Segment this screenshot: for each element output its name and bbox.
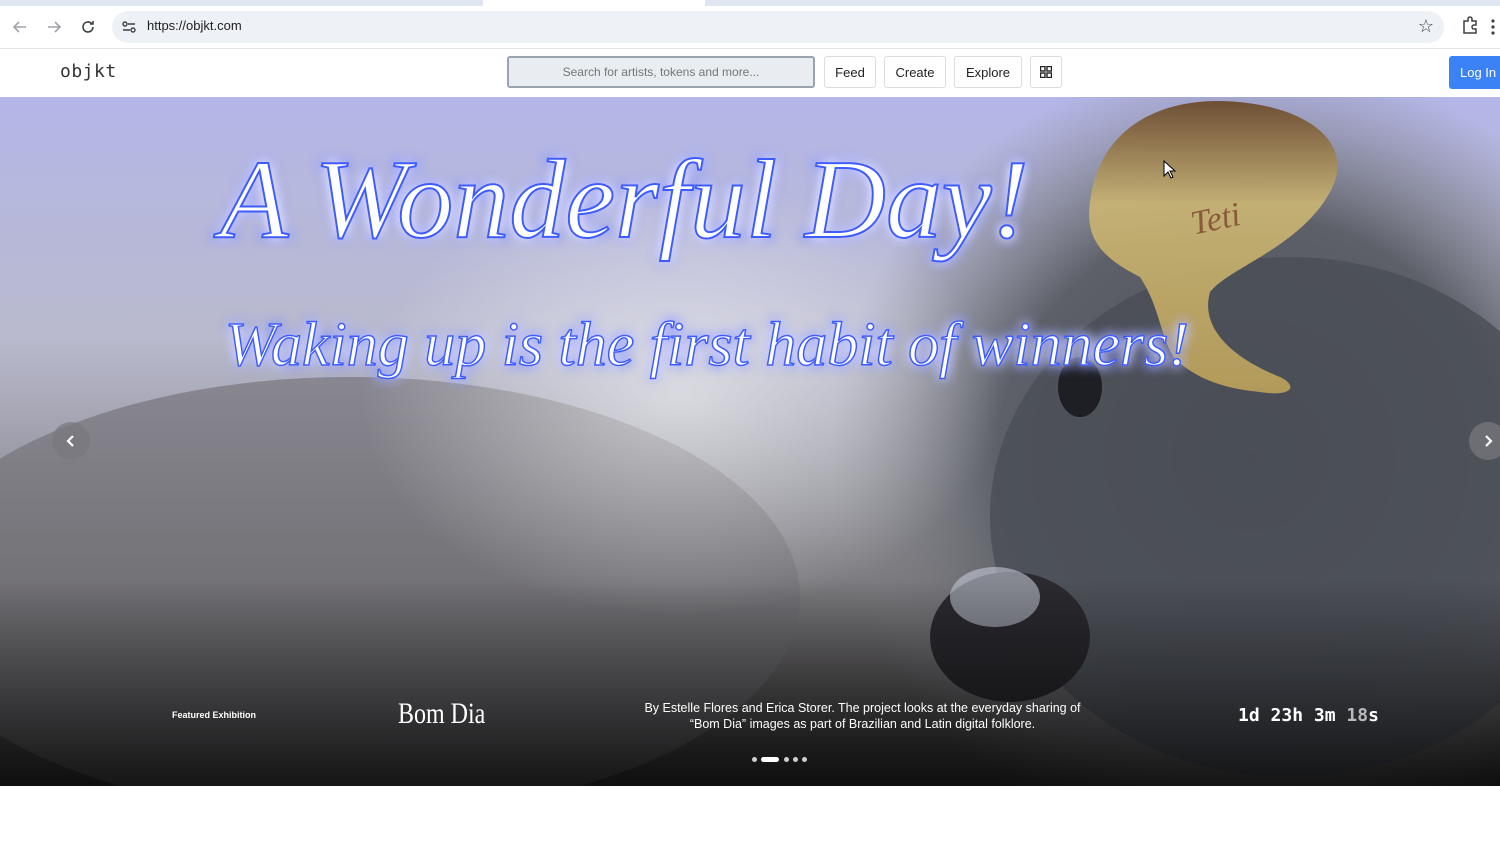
previous-slide-button[interactable] — [52, 422, 90, 460]
slide-dot-active[interactable] — [761, 757, 779, 762]
hat-text: Teti — [1187, 196, 1243, 243]
exhibition-title[interactable]: Bom Dia — [398, 697, 485, 731]
slide-dot[interactable] — [793, 757, 798, 762]
site-settings-icon[interactable] — [120, 18, 138, 36]
slide-dot[interactable] — [784, 757, 789, 762]
extensions-icon[interactable] — [1458, 14, 1482, 38]
countdown-seconds: 18 — [1346, 705, 1369, 726]
mouse-cursor-icon — [1163, 160, 1177, 179]
login-button[interactable]: Log In — [1449, 56, 1500, 89]
forward-arrow-icon[interactable] — [41, 14, 67, 40]
url-text[interactable]: https://objkt.com — [147, 18, 242, 33]
exhibition-description: By Estelle Flores and Erica Storer. The … — [644, 701, 1081, 731]
countdown-seconds-unit: s — [1368, 705, 1379, 726]
hero-headline-art: A Wonderful Day! Waking up is the first … — [212, 137, 1244, 380]
countdown-minutes: 3m — [1313, 705, 1336, 726]
site-logo[interactable]: objkt — [60, 61, 117, 82]
address-bar[interactable]: https://objkt.com ☆ — [112, 11, 1444, 43]
menu-icon[interactable] — [1490, 18, 1496, 36]
hero-subline: Waking up is the first habit of winners! — [225, 311, 1189, 379]
nav-feed-button[interactable]: Feed — [824, 56, 876, 88]
next-slide-button[interactable] — [1469, 422, 1500, 460]
nav-create-button[interactable]: Create — [884, 56, 946, 88]
hero-headline: A Wonderful Day! — [213, 138, 1029, 262]
chevron-right-icon — [1485, 435, 1493, 447]
site-header: objkt Feed Create Explore Log In — [0, 49, 1500, 97]
slide-dot[interactable] — [752, 757, 757, 762]
countdown-timer: 1d 23h 3m 18s — [1238, 705, 1379, 726]
slide-dot[interactable] — [802, 757, 807, 762]
browser-toolbar: https://objkt.com ☆ — [0, 6, 1500, 49]
bookmark-star-icon[interactable]: ☆ — [1418, 16, 1434, 37]
search-input[interactable] — [507, 56, 815, 88]
countdown-hours: 23h — [1270, 705, 1304, 726]
reload-icon[interactable] — [75, 14, 101, 40]
featured-label: Featured Exhibition — [172, 710, 257, 720]
grid-menu-icon[interactable] — [1030, 56, 1062, 88]
countdown-days: 1d — [1238, 705, 1260, 726]
chevron-left-icon — [66, 435, 74, 447]
nav-explore-button[interactable]: Explore — [954, 56, 1022, 88]
back-arrow-icon[interactable] — [7, 14, 33, 40]
featured-exhibition-banner[interactable]: A Wonderful Day! Waking up is the first … — [0, 97, 1500, 786]
